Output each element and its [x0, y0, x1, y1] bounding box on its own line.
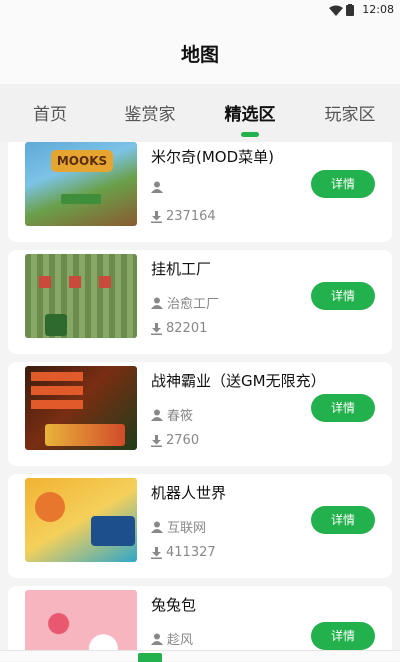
- details-button[interactable]: 详情: [311, 282, 375, 310]
- tab-label: 鉴赏家: [124, 105, 176, 125]
- download-icon: [151, 434, 162, 447]
- tab-connoisseur[interactable]: 鉴赏家: [100, 84, 200, 142]
- battery-icon: [346, 4, 354, 16]
- game-name: 米尔奇(MOD菜单): [151, 148, 275, 166]
- download-row: 2760: [151, 433, 199, 448]
- details-button[interactable]: 详情: [311, 622, 375, 650]
- list-item[interactable]: 挂机工厂 治愈工厂 82201 详情: [8, 250, 392, 354]
- tab-label: 首页: [33, 105, 67, 125]
- status-time: 12:08: [362, 3, 394, 16]
- download-row: 411327: [151, 545, 216, 560]
- tab-label: 玩家区: [324, 105, 376, 125]
- download-count: 411327: [166, 545, 216, 560]
- details-button[interactable]: 详情: [311, 506, 375, 534]
- game-name: 机器人世界: [151, 484, 227, 502]
- author-row: [151, 181, 167, 193]
- user-icon: [151, 633, 163, 645]
- page-header: 地图: [0, 20, 400, 84]
- wifi-icon: [329, 5, 343, 16]
- user-icon: [151, 409, 163, 421]
- tab-home[interactable]: 首页: [0, 84, 100, 142]
- game-thumbnail: [25, 366, 137, 450]
- author-row: 治愈工厂: [151, 293, 219, 312]
- page-title: 地图: [180, 44, 219, 66]
- game-logo: MOOKS: [51, 150, 113, 172]
- user-icon: [151, 297, 163, 309]
- bottom-nav[interactable]: [0, 650, 400, 662]
- details-button[interactable]: 详情: [311, 394, 375, 422]
- tab-featured[interactable]: 精选区: [200, 84, 300, 142]
- list-item[interactable]: 机器人世界 互联网 411327 详情: [8, 474, 392, 578]
- author-row: 互联网: [151, 517, 206, 536]
- download-icon: [151, 546, 162, 559]
- download-icon: [151, 210, 162, 223]
- download-icon: [151, 322, 162, 335]
- game-name: 挂机工厂: [151, 260, 212, 278]
- status-bar: 12:08: [0, 0, 400, 20]
- game-thumbnail: MOOKS: [25, 142, 137, 226]
- author-name: 趁风: [167, 633, 194, 648]
- download-count: 82201: [166, 321, 208, 336]
- tab-bar: 首页 鉴赏家 精选区 玩家区: [0, 84, 400, 142]
- game-thumbnail: [25, 478, 137, 562]
- author-name: 治愈工厂: [167, 297, 220, 312]
- game-name: 兔兔包: [151, 596, 197, 614]
- details-button[interactable]: 详情: [311, 170, 375, 198]
- game-thumbnail: [25, 254, 137, 338]
- status-icons: [329, 4, 354, 16]
- download-count: 237164: [166, 209, 216, 224]
- author-name: 春筱: [167, 409, 194, 424]
- author-row: 趁风: [151, 629, 193, 648]
- game-list[interactable]: MOOKS 米尔奇(MOD菜单) 237164 详情 挂机工厂 治愈工厂 822…: [8, 142, 392, 650]
- user-icon: [151, 521, 163, 533]
- tab-players[interactable]: 玩家区: [300, 84, 400, 142]
- user-icon: [151, 181, 163, 193]
- download-row: 82201: [151, 321, 207, 336]
- tab-indicator: [241, 132, 259, 137]
- tab-label: 精选区: [224, 105, 276, 125]
- author-row: 春筱: [151, 405, 193, 424]
- list-item[interactable]: 兔兔包 趁风 详情: [8, 586, 392, 650]
- download-row: 237164: [151, 209, 216, 224]
- list-item[interactable]: MOOKS 米尔奇(MOD菜单) 237164 详情: [8, 142, 392, 242]
- game-thumbnail: [25, 590, 137, 650]
- list-item[interactable]: 战神霸业（送GM无限充） 春筱 2760 详情: [8, 362, 392, 466]
- download-count: 2760: [166, 433, 200, 448]
- author-name: 互联网: [167, 521, 207, 536]
- game-name: 战神霸业（送GM无限充）: [151, 372, 326, 390]
